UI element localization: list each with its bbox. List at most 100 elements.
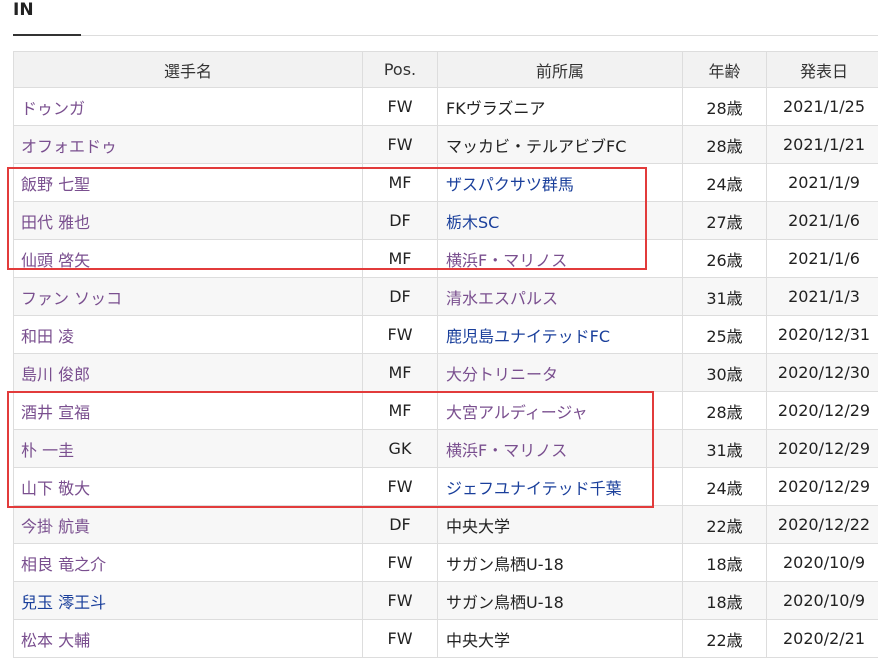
announce-date-cell: 2020/12/29: [777, 439, 871, 458]
table-cell-age: 24歳: [682, 163, 767, 202]
table-cell-pos: DF: [362, 201, 438, 240]
previous-club[interactable]: 鹿児島ユナイテッドFC: [446, 327, 610, 346]
table-cell-age: 27歳: [682, 201, 767, 240]
table-cell-date: 2020/10/9: [766, 581, 878, 620]
age-cell: 22歳: [706, 516, 743, 536]
table-cell-name: 飯野 七聖: [13, 163, 363, 202]
player-name-link[interactable]: オフォエドゥ: [21, 137, 117, 156]
table-cell-age: 25歳: [682, 315, 767, 354]
table-cell-club: 大分トリニータ: [437, 353, 683, 392]
section-title: IN: [13, 0, 34, 20]
table-cell-age: 24歳: [682, 467, 767, 506]
table-cell-age: 28歳: [682, 87, 767, 126]
table-cell-age: 28歳: [682, 125, 767, 164]
table-cell-club: 横浜F・マリノス: [437, 429, 683, 468]
table-cell-age: 18歳: [682, 581, 767, 620]
table-cell-date: 2020/2/21: [766, 619, 878, 658]
title-divider: [81, 35, 878, 36]
table-cell-pos: FW: [362, 467, 438, 506]
player-name-link[interactable]: 飯野 七聖: [21, 175, 90, 194]
announce-date-cell: 2020/12/31: [777, 325, 871, 344]
announce-date-cell: 2021/1/9: [788, 173, 860, 192]
table-cell-name: 島川 俊郎: [13, 353, 363, 392]
player-name-link[interactable]: 松本 大輔: [21, 631, 90, 650]
table-cell-age: 22歳: [682, 619, 767, 658]
previous-club[interactable]: 横浜F・マリノス: [446, 441, 567, 460]
table-cell-pos: FW: [362, 125, 438, 164]
table-cell-date: 2021/1/25: [766, 87, 878, 126]
table-row: ドゥンガ FW FKヴラズニア 28歳 2021/1/25: [13, 87, 878, 126]
previous-club: サガン鳥栖U-18: [446, 554, 564, 574]
player-name-link[interactable]: 兒玉 澪王斗: [21, 593, 106, 612]
previous-club[interactable]: 大分トリニータ: [446, 365, 558, 384]
position-cell: DF: [389, 515, 411, 534]
table-cell-club: ジェフユナイテッド千葉: [437, 467, 683, 506]
position-cell: FW: [387, 629, 413, 648]
previous-club: 中央大学: [446, 630, 511, 650]
table-cell-pos: GK: [362, 429, 438, 468]
player-name-link[interactable]: ドゥンガ: [21, 99, 85, 118]
position-cell: MF: [388, 249, 412, 268]
table-cell-pos: MF: [362, 391, 438, 430]
announce-date-cell: 2021/1/25: [782, 97, 866, 116]
age-cell: 25歳: [706, 326, 743, 346]
table-cell-date: 2021/1/9: [766, 163, 878, 202]
table-row: 相良 竜之介 FW サガン鳥栖U-18 18歳 2020/10/9: [13, 543, 878, 582]
previous-club[interactable]: 清水エスパルス: [446, 289, 558, 308]
player-name-link[interactable]: 朴 一圭: [21, 441, 74, 460]
position-cell: FW: [387, 325, 413, 344]
table-row: 仙頭 啓矢 MF 横浜F・マリノス 26歳 2021/1/6: [13, 239, 878, 278]
player-name-link[interactable]: 和田 凌: [21, 327, 74, 346]
player-name-link[interactable]: 酒井 宣福: [21, 403, 90, 422]
announce-date-cell: 2020/10/9: [782, 553, 866, 572]
table-cell-club: マッカビ・テルアビブFC: [437, 125, 683, 164]
table-cell-date: 2020/10/9: [766, 543, 878, 582]
player-name-link[interactable]: 田代 雅也: [21, 213, 90, 232]
table-cell-name: ドゥンガ: [13, 87, 363, 126]
announce-date-cell: 2020/2/21: [782, 629, 866, 648]
position-cell: GK: [388, 439, 412, 458]
table-cell-pos: FW: [362, 315, 438, 354]
table-cell-age: 31歳: [682, 277, 767, 316]
table-header-row: 選手名 Pos. 前所属 年齢 発表日: [13, 51, 878, 88]
table-cell-club: 横浜F・マリノス: [437, 239, 683, 278]
previous-club[interactable]: ザスパクサツ群馬: [446, 175, 574, 194]
previous-club[interactable]: 横浜F・マリノス: [446, 251, 567, 270]
player-name-link[interactable]: 仙頭 啓矢: [21, 251, 90, 270]
table-cell-name: 田代 雅也: [13, 201, 363, 240]
player-name-link[interactable]: ファン ソッコ: [21, 289, 122, 308]
table-row: 朴 一圭 GK 横浜F・マリノス 31歳 2020/12/29: [13, 429, 878, 468]
table-cell-date: 2020/12/29: [766, 391, 878, 430]
player-name-link[interactable]: 今掛 航貴: [21, 517, 90, 536]
position-cell: FW: [387, 553, 413, 572]
announce-date-cell: 2020/10/9: [782, 591, 866, 610]
player-name-link[interactable]: 島川 俊郎: [21, 365, 90, 384]
announce-date-cell: 2020/12/29: [777, 477, 871, 496]
table-row: 酒井 宣福 MF 大宮アルディージャ 28歳 2020/12/29: [13, 391, 878, 430]
table-cell-age: 18歳: [682, 543, 767, 582]
table-cell-club: 清水エスパルス: [437, 277, 683, 316]
table-cell-date: 2020/12/29: [766, 467, 878, 506]
table-row: 松本 大輔 FW 中央大学 22歳 2020/2/21: [13, 619, 878, 658]
previous-club[interactable]: 栃木SC: [446, 213, 499, 232]
player-name-link[interactable]: 山下 敬大: [21, 479, 90, 498]
age-cell: 24歳: [706, 478, 743, 498]
previous-club[interactable]: 大宮アルディージャ: [446, 403, 588, 422]
header-position: Pos.: [362, 51, 438, 88]
table-cell-club: サガン鳥栖U-18: [437, 581, 683, 620]
table-cell-name: 山下 敬大: [13, 467, 363, 506]
table-cell-name: 朴 一圭: [13, 429, 363, 468]
age-cell: 18歳: [706, 554, 743, 574]
age-cell: 31歳: [706, 288, 743, 308]
table-cell-club: 鹿児島ユナイテッドFC: [437, 315, 683, 354]
table-row: 兒玉 澪王斗 FW サガン鳥栖U-18 18歳 2020/10/9: [13, 581, 878, 620]
table-cell-pos: DF: [362, 505, 438, 544]
table-cell-date: 2020/12/29: [766, 429, 878, 468]
player-name-link[interactable]: 相良 竜之介: [21, 555, 106, 574]
table-cell-name: 和田 凌: [13, 315, 363, 354]
table-row: 今掛 航貴 DF 中央大学 22歳 2020/12/22: [13, 505, 878, 544]
position-cell: MF: [388, 173, 412, 192]
age-cell: 31歳: [706, 440, 743, 460]
table-row: 和田 凌 FW 鹿児島ユナイテッドFC 25歳 2020/12/31: [13, 315, 878, 354]
previous-club[interactable]: ジェフユナイテッド千葉: [446, 479, 622, 498]
